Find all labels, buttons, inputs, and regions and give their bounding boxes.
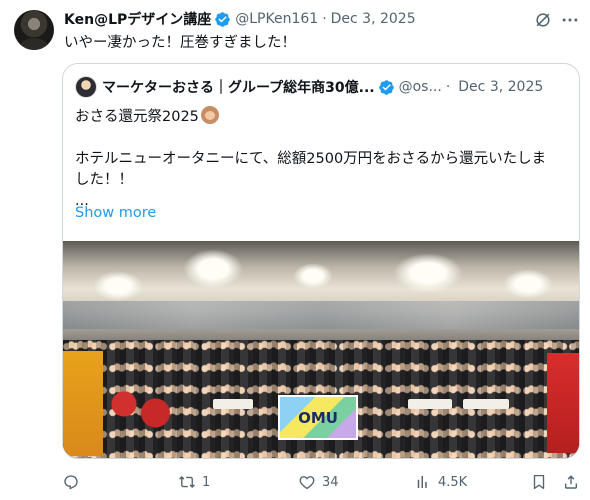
quote-text: おさる還元祭2025 ホテルニューオータニーにて、総額2500万円をおさるから還… xyxy=(75,106,569,212)
quote-photo[interactable]: OMU xyxy=(63,241,579,458)
verified-badge-icon xyxy=(378,79,395,96)
author-name[interactable]: Ken@LPデザイン講座 xyxy=(64,9,211,29)
retweet-button[interactable]: 1 xyxy=(178,472,210,492)
like-count: 34 xyxy=(322,474,339,490)
omu-banner: OMU xyxy=(278,395,358,440)
share-icon xyxy=(565,475,577,489)
quote-author-handle[interactable]: @os... xyxy=(399,79,442,95)
quote-text-line1: おさる還元祭2025 xyxy=(75,109,199,125)
grok-icon[interactable] xyxy=(533,10,553,30)
show-more-link[interactable]: Show more xyxy=(75,205,156,221)
verified-badge-icon xyxy=(214,11,231,28)
views-button[interactable]: 4.5K xyxy=(414,472,467,492)
retweet-icon xyxy=(179,476,195,488)
header-separator: · xyxy=(322,11,327,27)
quote-header-separator: · xyxy=(445,79,451,95)
bookmark-icon xyxy=(533,474,545,490)
monkey-emoji-icon xyxy=(200,106,219,124)
views-count: 4.5K xyxy=(438,474,468,490)
event-banner-left xyxy=(63,351,103,456)
quoted-tweet[interactable]: マーケターおさる｜グループ総年商30億... @os... · Dec 3, 2… xyxy=(62,63,580,459)
views-icon xyxy=(417,476,427,488)
quote-date[interactable]: Dec 3, 2025 xyxy=(458,79,543,95)
like-icon xyxy=(299,476,315,490)
reply-button[interactable] xyxy=(62,472,86,492)
more-icon[interactable] xyxy=(560,10,580,30)
author-handle[interactable]: @LPKen161 xyxy=(235,11,318,27)
quote-header: マーケターおさる｜グループ総年商30億... @os... · Dec 3, 2… xyxy=(75,76,543,98)
bookmark-button[interactable] xyxy=(530,472,548,492)
author-avatar[interactable] xyxy=(14,10,54,50)
reply-icon xyxy=(64,475,78,490)
event-banner-right xyxy=(547,353,579,453)
tweet-date[interactable]: Dec 3, 2025 xyxy=(331,11,416,27)
like-button[interactable]: 34 xyxy=(298,472,339,492)
action-bar: 1 34 4.5K xyxy=(0,466,590,496)
quote-text-line3: した！！ xyxy=(75,172,133,188)
quote-text-line2: ホテルニューオータニーにて、総額2500万円をおさるから還元いたしま xyxy=(75,151,547,167)
quote-author-avatar[interactable] xyxy=(75,76,97,98)
quote-author-name[interactable]: マーケターおさる｜グループ総年商30億... xyxy=(102,77,375,97)
omu-banner-text: OMU xyxy=(298,408,338,427)
share-button[interactable] xyxy=(562,472,580,492)
tweet-text: いやー凄かった！圧巻すぎました！ xyxy=(64,35,296,51)
tweet-header: Ken@LPデザイン講座 @LPKen161 · Dec 3, 2025 xyxy=(64,9,416,29)
retweet-count: 1 xyxy=(202,474,211,490)
